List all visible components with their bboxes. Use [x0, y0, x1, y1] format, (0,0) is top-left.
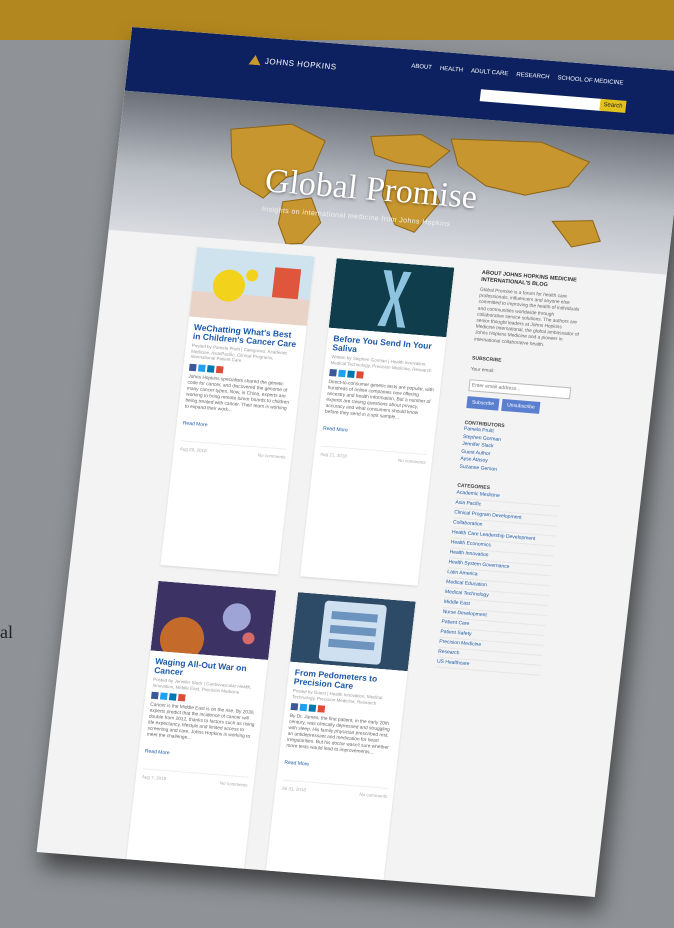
twitter-icon[interactable]	[299, 703, 308, 712]
twitter-icon[interactable]	[197, 363, 206, 372]
post-image[interactable]	[328, 258, 455, 338]
linkedin-icon[interactable]	[168, 693, 177, 701]
read-more-link[interactable]: Read More	[183, 420, 289, 434]
search-button[interactable]: Search	[599, 98, 627, 113]
edge-text: al	[0, 622, 13, 642]
linkedin-icon[interactable]	[347, 370, 355, 378]
email-label: Your email:	[470, 367, 495, 375]
email-field[interactable]	[468, 379, 572, 400]
post-excerpt: By Dr. James, the first patient, in the …	[286, 713, 390, 756]
read-more-link[interactable]: Read More	[145, 748, 251, 762]
read-more-link[interactable]: Read More	[284, 760, 390, 774]
post-excerpt: Direct-to-consumer genetic tests are pop…	[324, 379, 434, 421]
post-comments[interactable]: No comments	[359, 792, 387, 799]
post-date: Aug 21, 2018	[319, 451, 348, 459]
twitter-icon[interactable]	[338, 369, 346, 378]
post-footer: Aug 7, 2018 No comments	[141, 768, 249, 788]
logo-text: JOHNS HOPKINS	[264, 56, 338, 72]
post-comments[interactable]: No comments	[398, 458, 426, 465]
post-date: Aug 7, 2018	[141, 774, 167, 782]
post-image[interactable]	[189, 246, 315, 326]
nav-link[interactable]: ABOUT	[411, 64, 432, 72]
post-comments[interactable]: No comments	[258, 452, 286, 459]
linkedin-icon[interactable]	[206, 364, 215, 373]
content-area: WeChatting What's Best in Children's Can…	[126, 246, 586, 895]
linkedin-icon[interactable]	[308, 704, 317, 712]
facebook-icon[interactable]	[290, 702, 299, 711]
email-icon[interactable]	[177, 693, 186, 702]
about-text: Global Promise is a forum for health car…	[473, 287, 580, 348]
nav-links: ABOUT HEALTH ADULT CARE RESEARCH SCHOOL …	[411, 64, 624, 87]
read-more-link[interactable]: Read More	[323, 426, 429, 440]
email-icon[interactable]	[356, 371, 364, 379]
post-footer: Jul 31, 2018 No comments	[281, 779, 389, 799]
facebook-icon[interactable]	[150, 691, 159, 700]
nav-link[interactable]: SCHOOL OF MEDICINE	[557, 75, 624, 86]
post-card: WeChatting What's Best in Children's Can…	[160, 246, 315, 575]
gold-band	[0, 0, 674, 40]
post-excerpt: Johns Hopkins specialists shared the gen…	[184, 374, 290, 413]
facebook-icon[interactable]	[329, 368, 337, 377]
post-image[interactable]	[150, 580, 277, 660]
subscribe-heading: SUBSCRIBE	[471, 355, 502, 364]
categories-list: Academic Medicine Asia Pacific Clinical …	[436, 488, 561, 676]
sidebar: ABOUT JOHNS HOPKINS MEDICINE INTERNATION…	[436, 270, 586, 676]
screenshot-photo: JOHNS HOPKINS ABOUT HEALTH ADULT CARE RE…	[36, 27, 674, 897]
twitter-icon[interactable]	[159, 692, 168, 700]
unsubscribe-button[interactable]: Unsubscribe	[501, 398, 541, 414]
post-card: Waging All-Out War on Cancer Posted by J…	[126, 580, 277, 869]
nav-link[interactable]: HEALTH	[439, 66, 463, 74]
post-date: Aug 29, 2018	[179, 445, 207, 453]
post-footer: Aug 21, 2018 No comments	[319, 445, 427, 465]
nav-link[interactable]: RESEARCH	[516, 72, 550, 81]
post-card: From Pedometers to Precision Care Posted…	[265, 592, 416, 880]
search-input[interactable]	[479, 89, 605, 112]
subscribe-buttons: Subscribe Unsubscribe	[466, 396, 571, 416]
post-comments[interactable]: No comments	[220, 781, 248, 788]
site-logo[interactable]: JOHNS HOPKINS	[248, 55, 337, 72]
nav-link[interactable]: ADULT CARE	[471, 68, 509, 77]
post-date: Jul 31, 2018	[281, 785, 307, 793]
email-icon[interactable]	[317, 705, 326, 713]
post-image[interactable]	[290, 592, 416, 672]
post-card: Before You Send In Your Saliva Written b…	[299, 258, 455, 586]
post-excerpt: Cancer is the Middle East is on the rise…	[146, 702, 255, 742]
subscribe-button[interactable]: Subscribe	[466, 396, 500, 411]
post-footer: Aug 29, 2018 No comments	[179, 439, 287, 460]
contributors-list: Pamela Pruitt Stephen Gorman Jennifer Sl…	[459, 426, 568, 479]
facebook-icon[interactable]	[188, 363, 197, 371]
logo-icon	[248, 55, 261, 66]
email-icon[interactable]	[215, 365, 224, 373]
